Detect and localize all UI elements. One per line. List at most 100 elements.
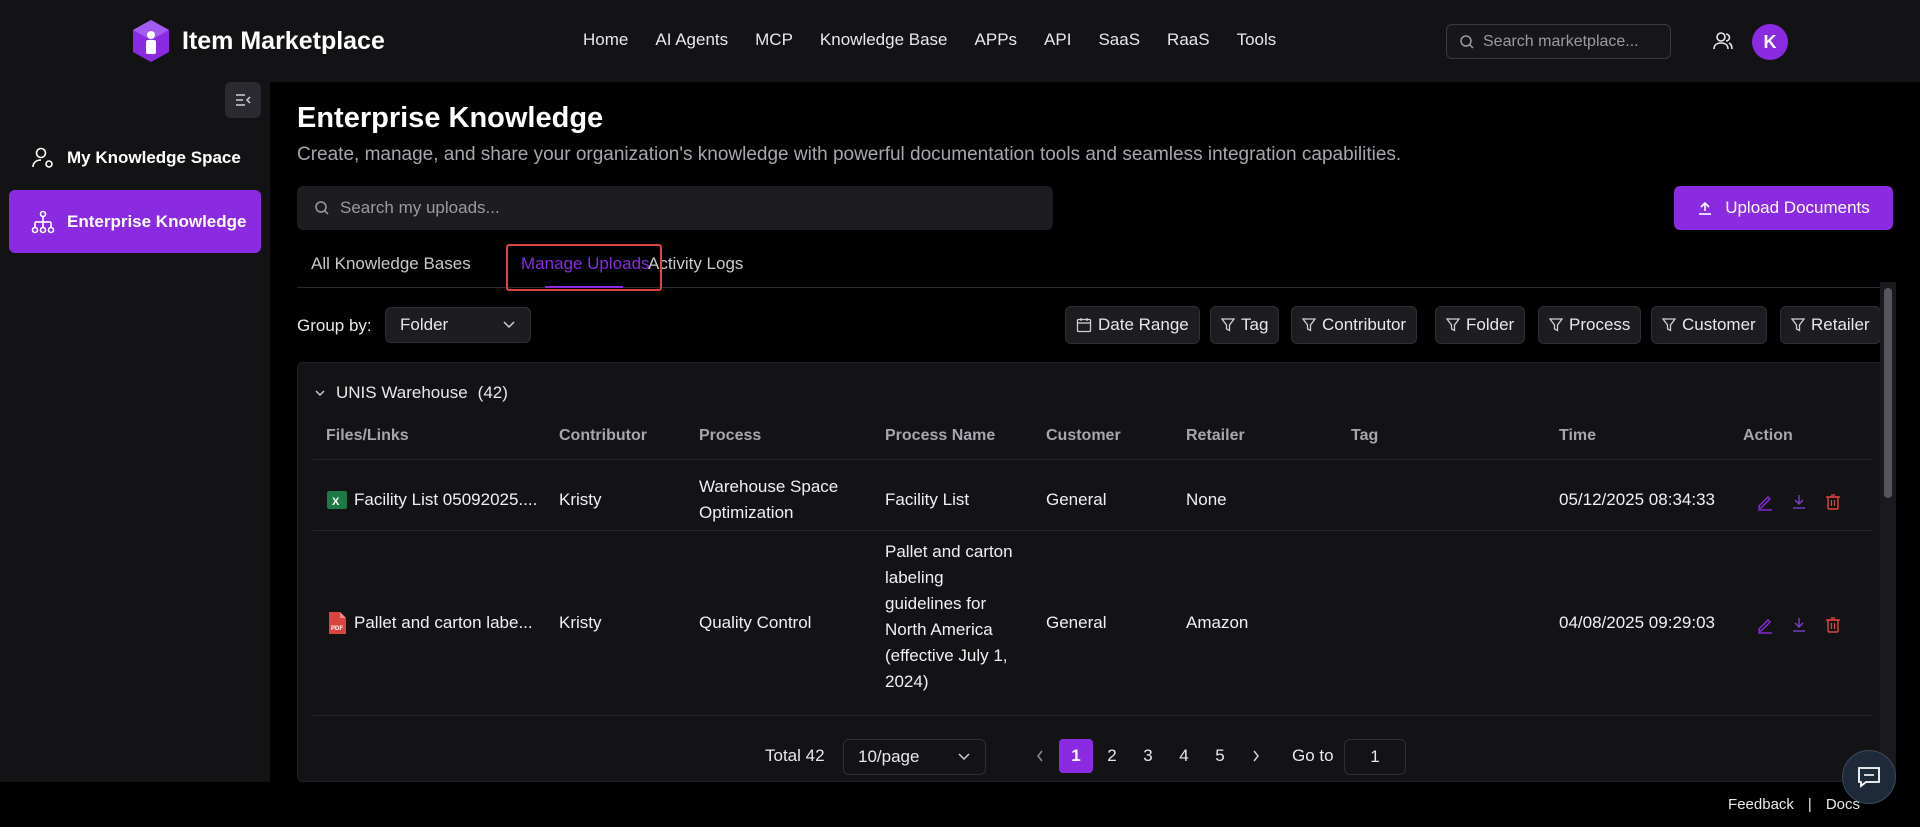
next-page-button[interactable] [1239,739,1273,773]
nav-raas[interactable]: RaaS [1167,30,1210,50]
group-count: (42) [477,383,508,402]
chevron-down-icon [503,321,515,329]
process-name-line: (effective July 1, [885,646,1008,665]
page-button-2[interactable]: 2 [1095,739,1129,773]
org-chart-icon [31,210,55,233]
time-cell: 05/12/2025 08:34:33 [1559,490,1715,509]
edit-icon[interactable] [1756,616,1774,634]
prev-page-button[interactable] [1023,739,1057,773]
filter-date-range[interactable]: Date Range [1065,306,1200,344]
filter-icon [1662,318,1676,332]
customer-cell: General [1046,613,1107,632]
column-header: Files/Links [326,427,409,444]
uploads-search[interactable] [297,186,1053,230]
filter-customer[interactable]: Customer [1651,306,1767,344]
filter-label: Date Range [1098,315,1189,334]
nav-knowledge-base[interactable]: Knowledge Base [820,30,948,50]
page-button-1[interactable]: 1 [1059,739,1093,773]
edit-icon[interactable] [1756,493,1774,511]
tab-activity-logs[interactable]: Activity Logs [648,254,743,274]
chevron-left-icon [1037,750,1043,762]
marketplace-search[interactable] [1446,24,1671,59]
goto-page-input[interactable]: 1 [1344,739,1406,775]
feedback-link[interactable]: Feedback [1728,796,1794,813]
footer-links: Feedback | Docs [1728,796,1860,813]
filter-tag[interactable]: Tag [1210,306,1280,344]
sidebar-collapse-button[interactable] [225,82,261,118]
nav-tools[interactable]: Tools [1237,30,1277,50]
avatar[interactable]: K [1752,24,1788,60]
column-header: Process Name [885,427,996,444]
column-header: Tag [1351,427,1379,444]
filter-retailer[interactable]: Retailer [1780,306,1881,344]
page-button-5[interactable]: 5 [1203,739,1237,773]
calendar-icon [1076,318,1092,333]
delete-icon[interactable] [1824,493,1842,511]
group-by-value: Folder [400,315,449,334]
footer-separator: | [1807,796,1812,813]
column-header: Contributor [559,427,647,444]
chat-button[interactable] [1842,750,1896,804]
page-subtitle: Create, manage, and share your organizat… [297,144,1402,165]
row-actions [1756,493,1842,511]
main-content: Enterprise Knowledge Create, manage, and… [270,82,1920,782]
file-link[interactable]: X Facility List 05092025.... [326,487,537,513]
sidebar: My Knowledge Space Enterprise Knowledge [0,82,270,782]
file-name: Pallet and carton labe... [354,613,533,632]
upload-documents-button[interactable]: Upload Documents [1674,186,1893,230]
process-name-line: guidelines for [885,594,987,613]
download-icon[interactable] [1790,616,1808,634]
filter-label: Customer [1682,315,1756,334]
file-link[interactable]: PDF Pallet and carton labe... [326,610,533,636]
page-button-4[interactable]: 4 [1167,739,1201,773]
page-button-3[interactable]: 3 [1131,739,1165,773]
sidebar-item-my-knowledge-space[interactable]: My Knowledge Space [9,126,261,189]
filter-contributor[interactable]: Contributor [1291,306,1418,344]
goto-label: Go to [1292,746,1334,765]
uploads-search-input[interactable] [340,198,1040,218]
sidebar-item-label: Enterprise Knowledge [67,211,247,231]
filter-folder[interactable]: Folder [1435,306,1526,344]
nav-apps[interactable]: APPs [975,30,1018,50]
marketplace-search-input[interactable] [1483,32,1663,51]
group-name: UNIS Warehouse [336,383,468,402]
search-icon [315,201,329,215]
delete-icon[interactable] [1824,616,1842,634]
chevron-right-icon [1253,750,1259,762]
logo[interactable]: Item Marketplace [130,18,385,64]
page-title: Enterprise Knowledge [297,102,604,134]
nav-api[interactable]: API [1044,30,1071,50]
filter-icon [1302,318,1316,332]
page-size-select[interactable]: 10/page [843,739,986,775]
nav-mcp[interactable]: MCP [755,30,793,50]
process-name-line: Pallet and carton [885,542,1013,561]
process-name-line: North America [885,620,993,639]
pagination-total: Total 42 [765,746,825,765]
divider [313,459,1873,460]
tab-all-knowledge-bases[interactable]: All Knowledge Bases [311,254,471,274]
search-icon [1460,34,1474,49]
time-cell: 04/08/2025 09:29:03 [1559,613,1715,632]
process-cell: Quality Control [699,613,812,632]
column-header: Retailer [1186,427,1245,444]
upload-documents-label: Upload Documents [1725,198,1870,217]
nav-saas[interactable]: SaaS [1098,30,1140,50]
team-icon[interactable] [1713,31,1733,51]
nav-home[interactable]: Home [583,30,628,50]
top-bar: Item Marketplace Home AI Agents MCP Know… [0,0,1920,82]
sidebar-item-enterprise-knowledge[interactable]: Enterprise Knowledge [9,190,261,253]
tabs: All Knowledge Bases Manage Uploads Activ… [297,242,1893,291]
group-header[interactable]: UNIS Warehouse (42) [314,383,508,403]
filter-process[interactable]: Process [1538,306,1642,344]
page-size-value: 10/page [858,747,920,766]
group-by-select[interactable]: Folder [385,307,531,343]
column-header: Customer [1046,427,1121,444]
row-actions [1756,616,1842,634]
scrollbar-thumb[interactable] [1884,288,1892,498]
user-settings-icon [32,147,53,168]
process-line: Warehouse Space [699,477,839,496]
nav-ai-agents[interactable]: AI Agents [655,30,728,50]
retailer-cell: Amazon [1186,613,1249,632]
download-icon[interactable] [1790,493,1808,511]
filter-icon [1791,318,1805,332]
